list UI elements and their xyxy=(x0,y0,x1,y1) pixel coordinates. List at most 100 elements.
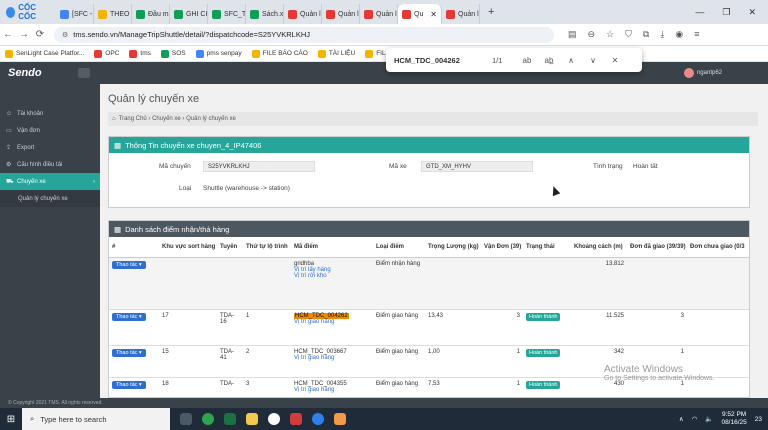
search-icon: ⌕ xyxy=(30,414,35,423)
location-link[interactable]: Vị trí giao hàng xyxy=(294,319,370,325)
column-header: Đơn đã giao (39/39) xyxy=(627,237,687,258)
bookmark-favicon-icon xyxy=(365,49,374,58)
cell-weight: 7,53 xyxy=(425,377,481,397)
bookmark-favicon-icon xyxy=(94,49,103,58)
bookmark-item[interactable]: FILE BÁO CÁO xyxy=(247,49,313,58)
browser-tab[interactable]: Đầu m xyxy=(132,4,170,24)
explorer-icon[interactable] xyxy=(246,413,258,425)
sublime-icon[interactable] xyxy=(334,413,346,425)
whole-word-button[interactable]: ab̲ xyxy=(538,56,560,65)
reload-icon[interactable]: ⟳ xyxy=(32,29,48,40)
excel-icon[interactable] xyxy=(224,413,236,425)
export-icon: ⇪ xyxy=(6,145,12,151)
coccoc-taskbar-icon[interactable] xyxy=(268,413,280,425)
cell-bills xyxy=(481,257,523,310)
status-label: Tình trạng xyxy=(593,163,623,170)
column-header: Khu vực sort hàng xyxy=(159,237,217,258)
type-label: Loại xyxy=(179,185,192,192)
clock[interactable]: 9:52 PM 08/16/25 xyxy=(721,411,746,427)
status-badge: Hoàn thành xyxy=(526,312,561,321)
browser-tab[interactable]: [SFC - xyxy=(56,4,94,24)
activate-windows-watermark: Activate Windows Go to Settings to activ… xyxy=(604,364,715,382)
find-next-icon[interactable]: ∨ xyxy=(582,56,604,65)
reader-icon[interactable]: ▤ xyxy=(568,29,577,40)
volume-icon[interactable]: 🔈 xyxy=(705,415,713,423)
tray-up-icon[interactable]: ∧ xyxy=(679,415,684,423)
minimize-button[interactable]: — xyxy=(695,7,704,18)
browser-tab[interactable]: Quản l xyxy=(322,4,360,24)
location-link[interactable]: Vị trí giao hàng xyxy=(294,355,370,361)
bookmark-item[interactable]: SenLight Case Platfor... xyxy=(0,49,89,58)
profile-icon[interactable]: ◉ xyxy=(675,29,683,40)
find-input[interactable]: HCM_TDC_004262 xyxy=(394,56,492,65)
extensions-icon[interactable]: ⧉ xyxy=(643,29,649,40)
sidebar-item[interactable]: ⛟ Chuyến xe › xyxy=(0,173,100,190)
app-footer: © Copyright 2021 TMS. All rights reserve… xyxy=(0,398,768,408)
app-icon[interactable] xyxy=(290,413,302,425)
cell-delivered: 3 xyxy=(627,309,687,346)
point-code: HCM_TDC_004262 xyxy=(294,312,349,319)
site-info-icon[interactable]: ⚙ xyxy=(62,31,68,39)
browser-tab[interactable]: SFC_Th xyxy=(208,4,246,24)
tab-favicon-icon xyxy=(250,9,259,19)
taskbar-search[interactable]: ⌕ Type here to search xyxy=(22,408,170,430)
download-icon[interactable]: ⤓ xyxy=(660,29,664,40)
browser-tab[interactable]: THEO xyxy=(94,4,132,24)
find-close-icon[interactable]: ✕ xyxy=(604,56,626,65)
back-icon[interactable]: ← xyxy=(0,29,16,40)
bookmark-item[interactable]: SOS xyxy=(156,49,191,58)
browser-tab[interactable]: Qu ✕ xyxy=(398,4,442,24)
sendo-logo[interactable]: Sendo xyxy=(8,67,42,79)
main-content: Quản lý chuyến xe ⌂ Trang Chủ › Chuyến xe… xyxy=(100,84,768,398)
notification-icon[interactable]: 23 xyxy=(755,416,762,423)
chrome-icon[interactable] xyxy=(202,413,214,425)
column-header: Trạng thái xyxy=(523,237,571,258)
task-view-icon[interactable] xyxy=(180,413,192,425)
maximize-button[interactable]: ❐ xyxy=(722,7,730,18)
tab-label: SFC_Th xyxy=(224,10,246,18)
sidebar-item[interactable]: ⚙ Cấu hình điều tải xyxy=(0,156,100,173)
browser-tab[interactable]: Quản l xyxy=(442,4,480,24)
shield-icon[interactable]: ⛉ xyxy=(625,29,632,40)
browser-tab[interactable]: Quản l xyxy=(284,4,322,24)
bookmark-item[interactable]: tms xyxy=(124,49,155,58)
browser-tab[interactable]: Sách.xl xyxy=(246,4,284,24)
match-case-button[interactable]: ab xyxy=(516,56,538,65)
url-field[interactable]: ⚙ tms.sendo.vn/ManageTripShuttle/detail/?… xyxy=(54,26,554,43)
cell-sort: 18 xyxy=(159,377,217,397)
browser-tab[interactable]: GHI CH xyxy=(170,4,208,24)
car-code-label: Mã xe xyxy=(389,163,407,170)
location-link[interactable]: Vị trí giao hàng xyxy=(294,387,370,393)
action-button[interactable]: Thao tác ▾ xyxy=(112,348,146,357)
bookmark-star-icon[interactable]: ☆ xyxy=(606,29,614,40)
cell-weight: 13,43 xyxy=(425,309,481,346)
zoom-icon[interactable]: ⊖ xyxy=(588,29,596,40)
find-prev-icon[interactable]: ∧ xyxy=(560,56,582,65)
bookmark-item[interactable]: OPC xyxy=(89,49,124,58)
action-button[interactable]: Thao tác ▾ xyxy=(112,380,146,389)
bookmark-item[interactable]: TÀI LIỆU xyxy=(313,49,360,58)
cell-distance: 13.812 xyxy=(571,257,627,310)
browser-tab[interactable]: Quản l xyxy=(360,4,398,24)
sidebar-toggle-icon[interactable] xyxy=(78,68,90,78)
bookmark-favicon-icon xyxy=(160,49,169,58)
action-button[interactable]: Thao tác ▾ xyxy=(112,312,146,321)
close-tab-icon[interactable]: ✕ xyxy=(430,10,437,19)
chat-icon[interactable] xyxy=(312,413,324,425)
cell-route: TDA-16 xyxy=(217,309,243,346)
tab-label: Đầu m xyxy=(148,10,169,18)
sidebar-item[interactable]: ⇪ Export xyxy=(0,139,100,156)
close-window-button[interactable]: ✕ xyxy=(748,7,756,18)
network-icon[interactable]: ◠ xyxy=(692,415,698,423)
menu-icon[interactable]: ≡ xyxy=(694,29,699,40)
location-link[interactable]: Vị trí rời kho xyxy=(294,273,370,279)
sidebar-sub-item-trip-management[interactable]: Quản lý chuyến xe xyxy=(0,190,100,207)
sidebar-item[interactable]: ☺ Tài khoản xyxy=(0,105,100,122)
bookmark-item[interactable]: pms senpay xyxy=(191,49,247,58)
windows-start-icon[interactable]: ⊞ xyxy=(0,414,22,425)
user-menu[interactable]: ngantp62 xyxy=(683,68,722,78)
sidebar-item[interactable]: ▭ Vận đơn xyxy=(0,122,100,139)
new-tab-button[interactable]: + xyxy=(480,6,502,18)
forward-icon[interactable]: → xyxy=(16,29,32,40)
action-button[interactable]: Thao tác ▾ xyxy=(112,260,146,269)
